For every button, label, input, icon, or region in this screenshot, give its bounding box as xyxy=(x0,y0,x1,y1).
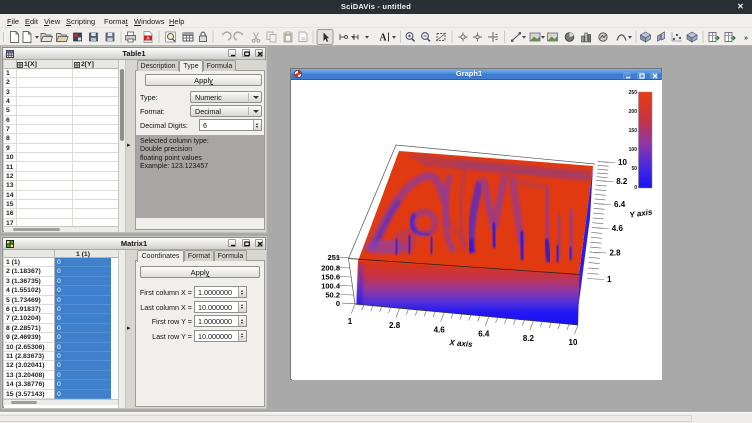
svg-text:10: 10 xyxy=(618,158,627,167)
svg-text:250: 250 xyxy=(629,90,638,96)
svg-text:6.4: 6.4 xyxy=(478,330,490,339)
svg-text:8.2: 8.2 xyxy=(523,334,535,343)
svg-text:4.6: 4.6 xyxy=(434,325,446,334)
svg-text:0: 0 xyxy=(336,299,340,308)
svg-text:2.8: 2.8 xyxy=(389,321,401,330)
svg-text:50: 50 xyxy=(631,166,637,172)
svg-text:2.8: 2.8 xyxy=(609,249,621,258)
svg-text:100.4: 100.4 xyxy=(321,282,341,291)
svg-text:8.2: 8.2 xyxy=(616,177,628,186)
svg-text:200: 200 xyxy=(629,109,638,115)
svg-text:1: 1 xyxy=(607,275,612,284)
svg-text:150.6: 150.6 xyxy=(321,273,340,282)
svg-text:10: 10 xyxy=(569,338,578,347)
svg-text:»: » xyxy=(744,35,748,42)
svg-text:100: 100 xyxy=(629,147,638,153)
svg-text:Y axis: Y axis xyxy=(629,207,654,219)
svg-text:1: 1 xyxy=(348,317,353,326)
svg-text:150: 150 xyxy=(629,128,638,134)
svg-text:4.6: 4.6 xyxy=(612,224,624,233)
svg-text:0: 0 xyxy=(634,185,637,191)
svg-text:X axis: X axis xyxy=(448,338,473,349)
svg-text:251: 251 xyxy=(327,253,340,262)
svg-text:200.8: 200.8 xyxy=(321,264,340,273)
svg-text:A: A xyxy=(379,33,387,44)
svg-text:6.4: 6.4 xyxy=(614,200,626,209)
svg-text:50.2: 50.2 xyxy=(325,291,340,300)
